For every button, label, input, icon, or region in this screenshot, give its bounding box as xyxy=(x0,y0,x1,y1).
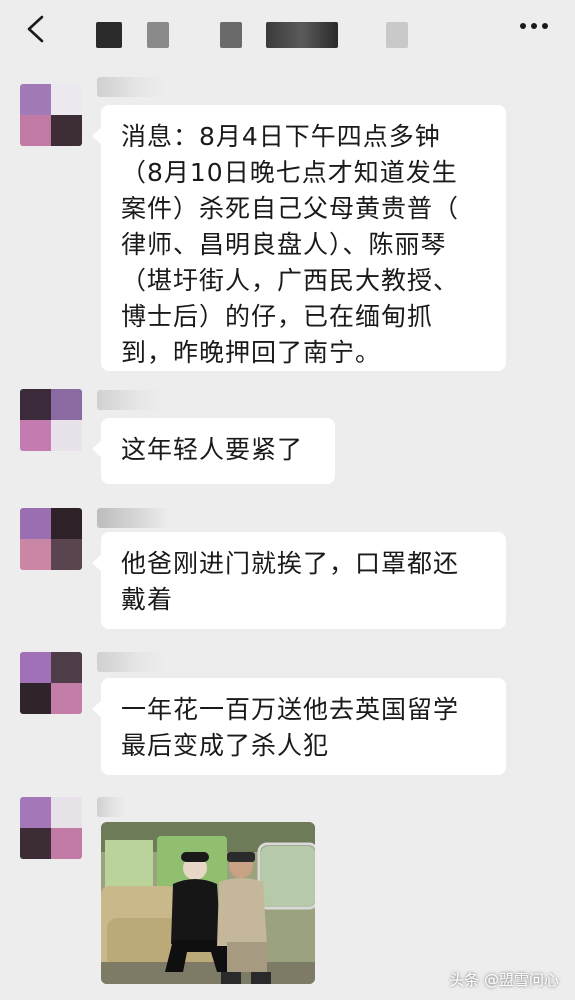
message-line: 这年轻人要紧了 xyxy=(121,435,304,464)
avatar[interactable] xyxy=(20,797,82,859)
message-photo[interactable] xyxy=(101,822,315,984)
avatar[interactable] xyxy=(20,508,82,570)
message-line: 博士后）的仔，已在缅甸抓 xyxy=(121,302,434,331)
sender-name-redacted xyxy=(97,390,163,410)
sender-name-redacted xyxy=(97,797,127,817)
avatar[interactable] xyxy=(20,652,82,714)
message-bubble[interactable]: 这年轻人要紧了 xyxy=(92,418,335,484)
message-line: 戴着 xyxy=(121,585,174,614)
sender-name-redacted xyxy=(97,77,167,97)
message-bubble[interactable]: 他爸刚进门就挨了，口罩都还 戴着 xyxy=(92,532,506,629)
message-line: 消息：8月4日下午四点多钟 xyxy=(121,122,441,151)
message-line: 律师、昌明良盘人）、陈丽琴 xyxy=(121,230,447,259)
photo-scene xyxy=(101,822,315,984)
avatar[interactable] xyxy=(20,84,82,146)
message-line: 到，昨晚押回了南宁。 xyxy=(121,338,382,367)
message-bubble[interactable]: 一年花一百万送他去英国留学 最后变成了杀人犯 xyxy=(92,678,506,775)
chevron-left-icon[interactable] xyxy=(22,14,50,44)
message-line: （堪圩街人，广西民大教授、 xyxy=(121,266,460,295)
message-line: （8月10日晚七点才知道发生 xyxy=(121,158,458,187)
avatar[interactable] xyxy=(20,389,82,451)
message-bubble[interactable]: 消息：8月4日下午四点多钟 （8月10日晚七点才知道发生 案件）杀死自己父母黄贵… xyxy=(92,105,506,371)
message-line: 一年花一百万送他去英国留学 xyxy=(121,695,460,724)
sender-name-redacted xyxy=(97,652,167,672)
message-line: 最后变成了杀人犯 xyxy=(121,731,330,760)
watermark: 头条 @盟雪问心 xyxy=(449,971,559,989)
ellipsis-icon[interactable] xyxy=(519,20,549,32)
chat-header xyxy=(0,0,575,62)
message-line: 他爸刚进门就挨了，口罩都还 xyxy=(121,549,460,578)
message-line: 案件）杀死自己父母黄贵普（ xyxy=(121,194,460,223)
sender-name-redacted xyxy=(97,508,169,528)
